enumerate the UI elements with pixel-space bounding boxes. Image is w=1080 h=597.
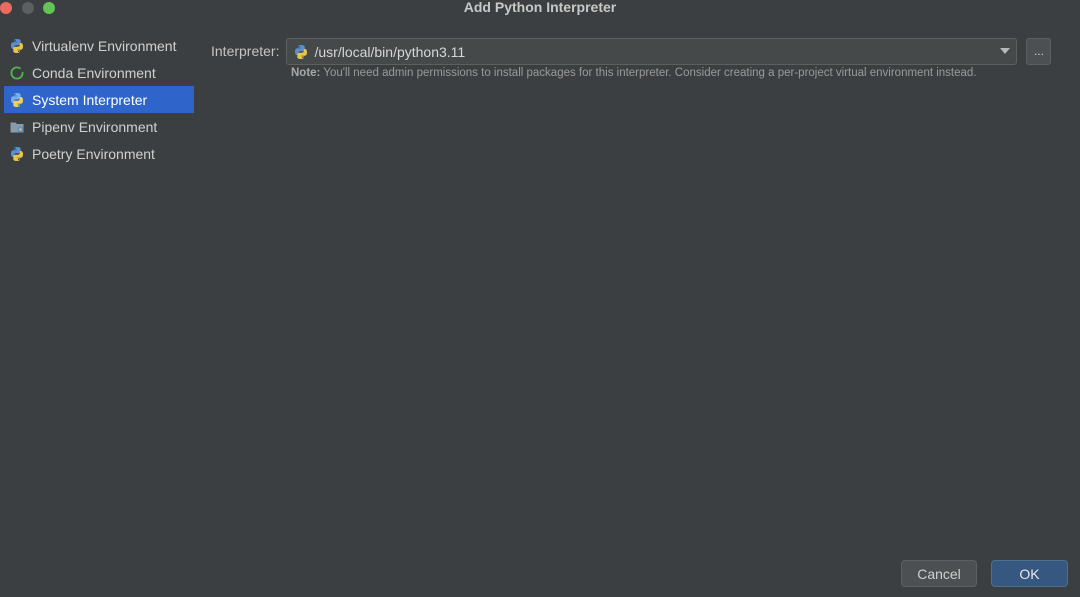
browse-interpreter-button[interactable]: ... xyxy=(1026,38,1052,65)
interpreter-path-value: /usr/local/bin/python3.11 xyxy=(314,43,466,60)
sidebar-item-label: System Interpreter xyxy=(32,91,148,108)
sidebar-item-system-interpreter[interactable]: System Interpreter xyxy=(4,86,194,113)
conda-icon xyxy=(9,65,25,81)
title-bar: Add Python Interpreter xyxy=(0,0,1080,20)
sidebar-item-virtualenv[interactable]: Virtualenv Environment xyxy=(4,32,194,59)
interpreter-row: Interpreter: /usr/local/bin/python3.11 .… xyxy=(211,38,1052,65)
note-prefix: Note: xyxy=(291,67,321,79)
interpreter-label: Interpreter: xyxy=(211,43,280,59)
sidebar-item-label: Poetry Environment xyxy=(32,145,155,162)
cancel-button[interactable]: Cancel xyxy=(901,560,977,587)
python-icon xyxy=(293,44,309,60)
python-icon xyxy=(9,38,25,54)
sidebar-item-label: Virtualenv Environment xyxy=(32,37,177,54)
chevron-down-icon[interactable] xyxy=(1000,48,1011,54)
ok-button[interactable]: OK xyxy=(991,560,1068,587)
python-icon xyxy=(9,146,25,162)
sidebar-item-conda[interactable]: Conda Environment xyxy=(4,59,194,86)
sidebar-item-label: Pipenv Environment xyxy=(32,118,158,135)
dialog-title: Add Python Interpreter xyxy=(463,0,617,15)
sidebar-item-label: Conda Environment xyxy=(32,64,156,81)
admin-permissions-note: Note: You'll need admin permissions to i… xyxy=(291,67,977,79)
sidebar-item-poetry[interactable]: Poetry Environment xyxy=(4,140,194,167)
python-icon xyxy=(9,92,25,108)
note-text: You'll need admin permissions to install… xyxy=(320,67,977,79)
add-python-interpreter-dialog: Add Python Interpreter Virtualenv Enviro… xyxy=(0,0,1080,597)
sidebar-item-pipenv[interactable]: Pipenv Environment xyxy=(4,113,194,140)
pipenv-icon xyxy=(9,119,25,135)
interpreter-combobox[interactable]: /usr/local/bin/python3.11 xyxy=(286,38,1018,65)
environment-type-list: Virtualenv Environment Conda Environment… xyxy=(4,32,194,167)
